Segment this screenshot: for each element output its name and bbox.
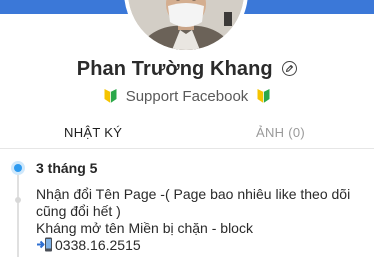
timeline-post[interactable]: Nhận đổi Tên Page -( Page bao nhiêu like… bbox=[36, 186, 368, 254]
timeline-date: 3 tháng 5 bbox=[36, 160, 98, 176]
beginner-leaf-icon bbox=[103, 88, 118, 104]
profile-tabs: NHẬT KÝ ẢNH (0) bbox=[0, 118, 374, 149]
pencil-icon[interactable] bbox=[282, 61, 298, 76]
post-line: cũng đổi hết ) bbox=[36, 203, 121, 219]
tab-diary[interactable]: NHẬT KÝ bbox=[64, 125, 122, 140]
profile-page: Phan Trường Khang Support Facebook NHẬT … bbox=[0, 0, 374, 257]
phone-incoming-icon bbox=[36, 237, 53, 252]
tab-photos[interactable]: ẢNH (0) bbox=[256, 125, 305, 140]
profile-subtitle-row: Support Facebook bbox=[0, 88, 374, 110]
profile-name-row: Phan Trường Khang bbox=[0, 58, 374, 86]
post-line: Kháng mở tên Miền bị chặn - block bbox=[36, 220, 253, 236]
timeline-line bbox=[17, 169, 19, 257]
profile-subtitle: Support Facebook bbox=[125, 88, 249, 106]
avatar[interactable] bbox=[124, 0, 248, 54]
timeline-dot-icon bbox=[11, 161, 25, 175]
post-phone-number[interactable]: 0338.16.2515 bbox=[55, 237, 141, 253]
timeline-small-dot-icon bbox=[15, 197, 21, 203]
post-line: Nhận đổi Tên Page -( Page bao nhiêu like… bbox=[36, 186, 351, 202]
profile-name: Phan Trường Khang bbox=[76, 58, 273, 80]
post-phone-line: 0338.16.2515 bbox=[36, 237, 368, 254]
timeline: 3 tháng 5 Nhận đổi Tên Page -( Page bao … bbox=[0, 149, 374, 257]
beginner-leaf-icon bbox=[256, 88, 271, 104]
